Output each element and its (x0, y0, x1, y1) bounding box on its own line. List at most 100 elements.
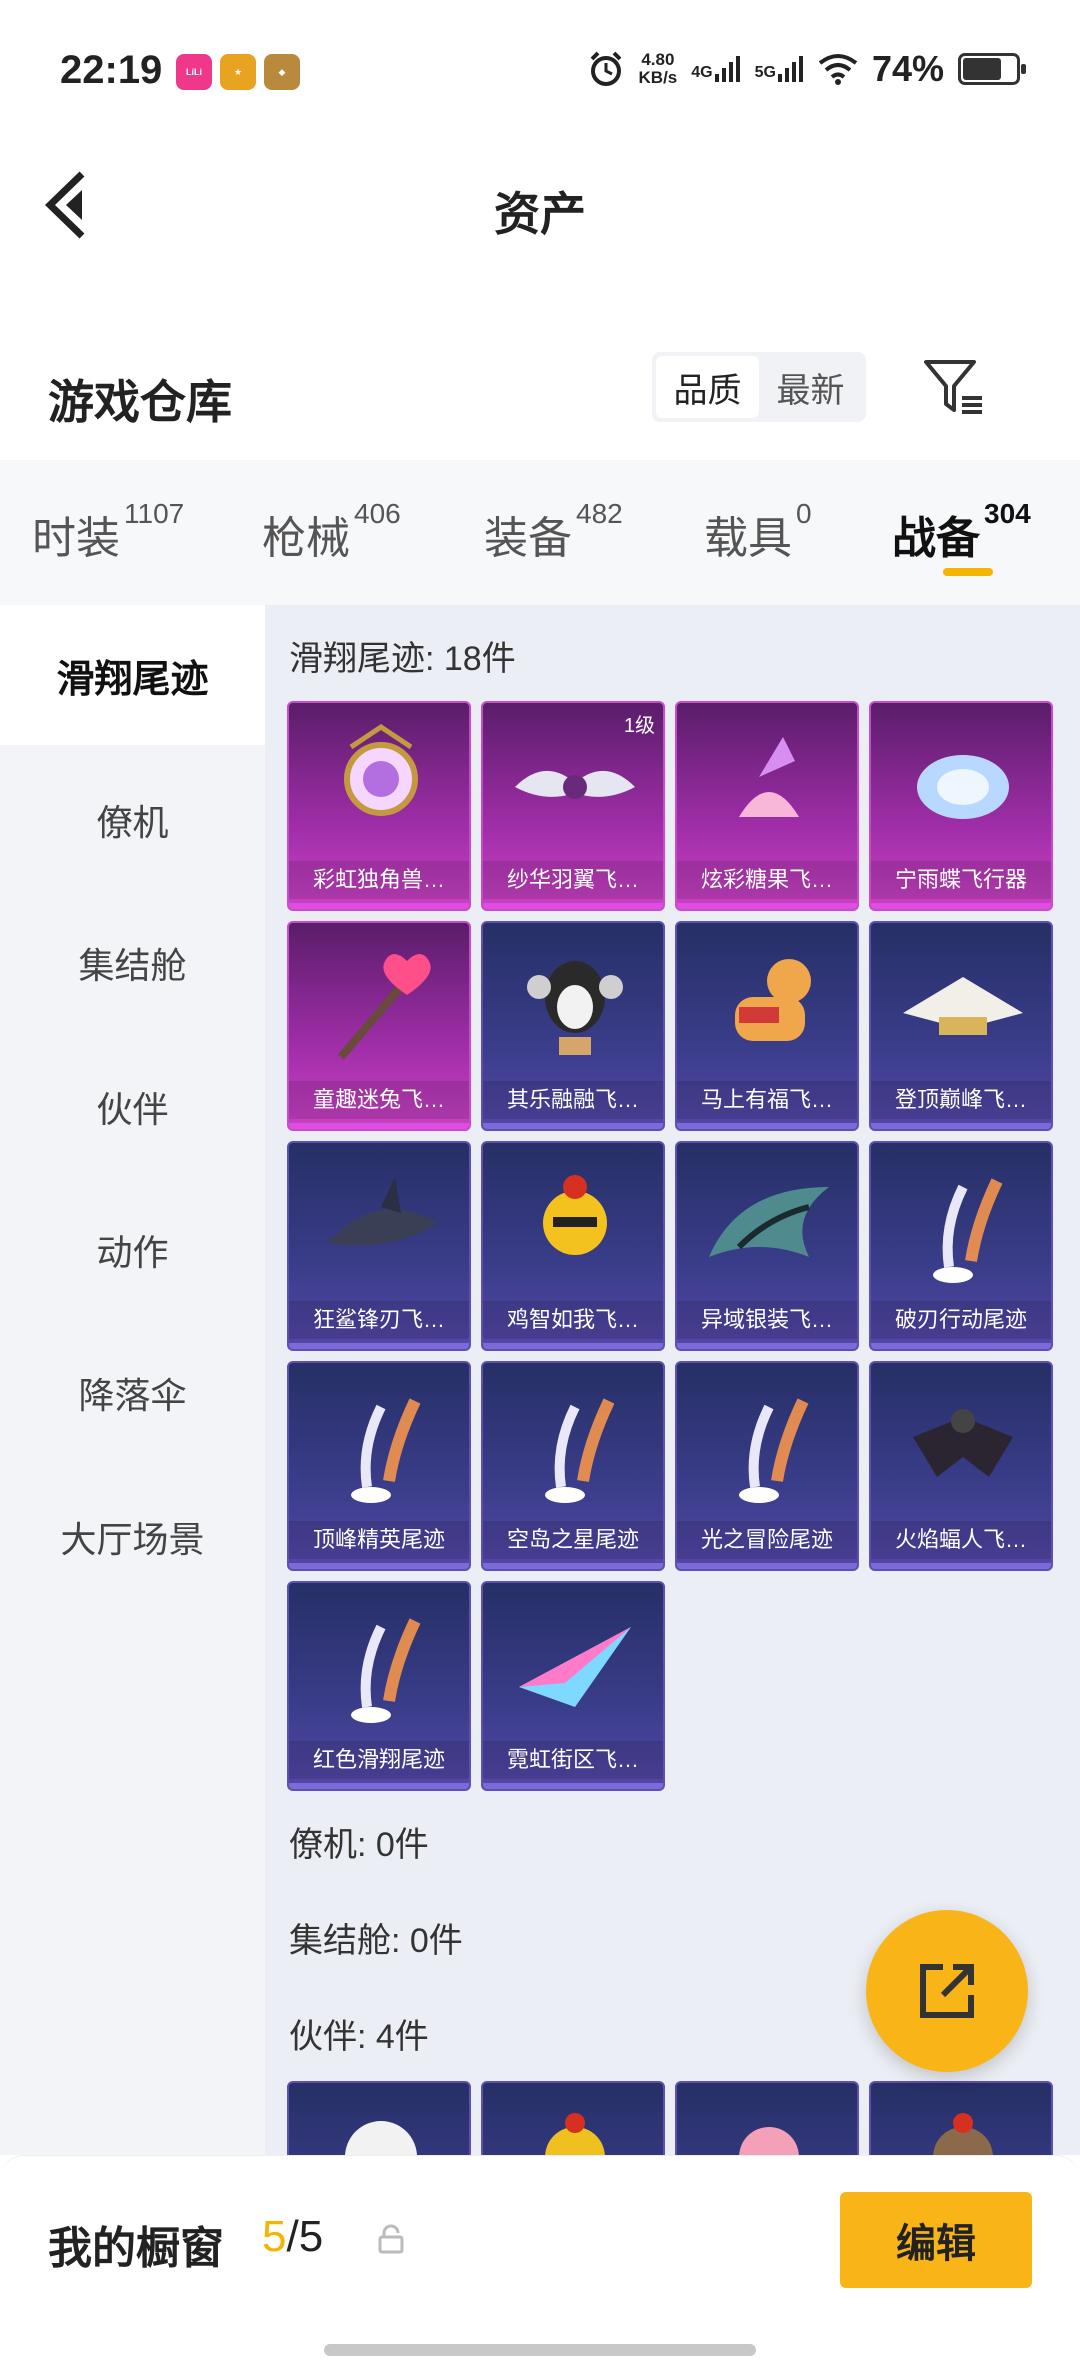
item-card[interactable]: 马上有福飞… (675, 921, 859, 1131)
tab-guns[interactable]: 枪械406 (262, 498, 401, 566)
status-app-icons: LiLi ★ ◆ (176, 54, 300, 90)
armor-wing-icon (709, 1187, 829, 1257)
tab-equipment[interactable]: 装备482 (484, 498, 623, 566)
top-nav: 资产 (0, 140, 1080, 270)
signal-5g-icon: 5G (755, 56, 804, 82)
active-tab-indicator (943, 568, 993, 576)
section-title: 游戏仓库 (48, 376, 232, 428)
subcategory-sidebar: 滑翔尾迹 僚机 集结舱 伙伴 动作 降落伞 大厅场景 (0, 605, 265, 2155)
item-card[interactable]: 炫彩糖果飞… (675, 701, 859, 911)
sort-toggle: 品质 最新 (652, 352, 866, 422)
status-time: 22:19 (60, 48, 163, 92)
filter-icon (924, 360, 982, 414)
filter-button[interactable] (920, 354, 986, 420)
sidebar-item-emote[interactable]: 动作 (0, 1180, 265, 1320)
item-name: 光之冒险尾迹 (677, 1521, 857, 1559)
item-name: 马上有福飞… (677, 1081, 857, 1119)
category-tabs: 时装1107 枪械406 装备482 载具0 战备304 (0, 460, 1080, 605)
item-name: 鸡智如我飞… (483, 1301, 663, 1339)
sidebar-item-glide-trail[interactable]: 滑翔尾迹 (0, 605, 265, 745)
trail-icon (351, 1618, 421, 1723)
glide-trail-count: 滑翔尾迹: 18件 (289, 640, 516, 678)
battery-icon (958, 53, 1026, 85)
item-name: 火焰蝠人飞… (871, 1521, 1051, 1559)
partner-icon (933, 2113, 993, 2155)
item-card[interactable]: 霓虹街区飞… (481, 1581, 665, 1791)
sidebar-item-wingman[interactable]: 僚机 (0, 750, 265, 890)
external-link-icon (920, 1964, 974, 2018)
game-notification-icon: ★ (220, 54, 256, 90)
wingman-count: 僚机: 0件 (289, 1826, 429, 1864)
share-button[interactable] (866, 1910, 1028, 2072)
item-name: 彩虹独角兽… (289, 861, 469, 899)
item-card[interactable]: 鸡智如我飞… (481, 1141, 665, 1351)
showcase-bar: 我的橱窗 5/5 编辑 (0, 2155, 1080, 2375)
item-name: 宁雨蝶飞行器 (871, 861, 1051, 899)
partner-icon (545, 2113, 605, 2155)
sort-quality-button[interactable]: 品质 (656, 356, 759, 418)
item-card[interactable]: 童趣迷兔飞… (287, 921, 471, 1131)
item-name: 童趣迷兔飞… (289, 1081, 469, 1119)
page-title: 资产 (494, 188, 586, 240)
sidebar-item-rally-pod[interactable]: 集结舱 (0, 893, 265, 1033)
partner-icon (739, 2127, 799, 2155)
item-name: 霓虹街区飞… (483, 1741, 663, 1779)
item-card[interactable] (287, 2081, 471, 2155)
sidebar-item-lobby-scene[interactable]: 大厅场景 (0, 1467, 265, 1607)
net-speed: 4.80 KB/s (638, 50, 678, 87)
sidebar-item-parachute[interactable]: 降落伞 (0, 1323, 265, 1463)
item-card[interactable]: 破刃行动尾迹 (869, 1141, 1053, 1351)
tab-vehicles[interactable]: 载具0 (704, 498, 812, 566)
item-card[interactable]: 1级 纱华羽翼飞… (481, 701, 665, 911)
showcase-count: 5/5 (262, 2212, 324, 2261)
item-card[interactable] (481, 2081, 665, 2155)
paper-plane-icon (519, 1627, 631, 1707)
app-notification-icon: LiLi (176, 54, 212, 90)
warehouse-header: 游戏仓库 品质 最新 (0, 330, 1080, 460)
tab-fashion[interactable]: 时装1107 (32, 498, 184, 566)
item-card[interactable]: 宁雨蝶飞行器 (869, 701, 1053, 911)
trail-icon (933, 1178, 1003, 1283)
item-card[interactable]: 光之冒险尾迹 (675, 1361, 859, 1571)
item-card[interactable]: 其乐融融飞… (481, 921, 665, 1131)
wing-icon (515, 770, 635, 799)
jet-icon (903, 977, 1023, 1035)
sort-latest-button[interactable]: 最新 (759, 356, 862, 418)
item-card[interactable]: 登顶巅峰飞… (869, 921, 1053, 1131)
unicorn-icon (344, 723, 418, 816)
tab-combat-prep[interactable]: 战备304 (892, 498, 1031, 566)
shark-icon (327, 1177, 437, 1246)
lock-icon (378, 2224, 404, 2254)
item-card[interactable]: 彩虹独角兽… (287, 701, 471, 911)
trail-icon (545, 1398, 615, 1503)
item-card[interactable] (869, 2081, 1053, 2155)
item-card[interactable]: 红色滑翔尾迹 (287, 1581, 471, 1791)
battery-percent: 74% (871, 48, 944, 89)
signal-4g-icon: 4G (691, 56, 740, 82)
home-indicator[interactable] (324, 2344, 756, 2356)
item-card[interactable]: 狂鲨锋刃飞… (287, 1141, 471, 1351)
item-card[interactable] (675, 2081, 859, 2155)
glide-trail-grid: 彩虹独角兽… 1级 纱华羽翼飞… 炫彩糖果飞… 宁雨蝶飞行器童趣迷兔飞… 其乐融融飞… 马上… (287, 701, 1053, 1791)
item-name: 其乐融融飞… (483, 1081, 663, 1119)
partner-icon (345, 2121, 417, 2155)
bat-suit-icon (913, 1409, 1013, 1477)
penguin-icon (527, 961, 623, 1055)
item-name: 异域银装飞… (677, 1301, 857, 1339)
partner-count: 伙伴: 4件 (289, 2018, 429, 2056)
item-card[interactable]: 顶峰精英尾迹 (287, 1361, 471, 1571)
item-name: 破刃行动尾迹 (871, 1301, 1051, 1339)
item-name: 顶峰精英尾迹 (289, 1521, 469, 1559)
item-card[interactable]: 空岛之星尾迹 (481, 1361, 665, 1571)
item-card[interactable]: 火焰蝠人飞… (869, 1361, 1053, 1571)
trail-icon (351, 1398, 421, 1503)
chicken-icon (543, 1175, 607, 1255)
item-name: 狂鲨锋刃飞… (289, 1301, 469, 1339)
wifi-icon (818, 54, 858, 85)
sidebar-item-partner[interactable]: 伙伴 (0, 1037, 265, 1177)
item-card[interactable]: 异域银装飞… (675, 1141, 859, 1351)
game-notification-icon: ◆ (264, 54, 300, 90)
edit-button[interactable]: 编辑 (840, 2192, 1032, 2288)
trail-icon (739, 1398, 809, 1503)
showcase-label: 我的橱窗 (48, 2224, 224, 2273)
